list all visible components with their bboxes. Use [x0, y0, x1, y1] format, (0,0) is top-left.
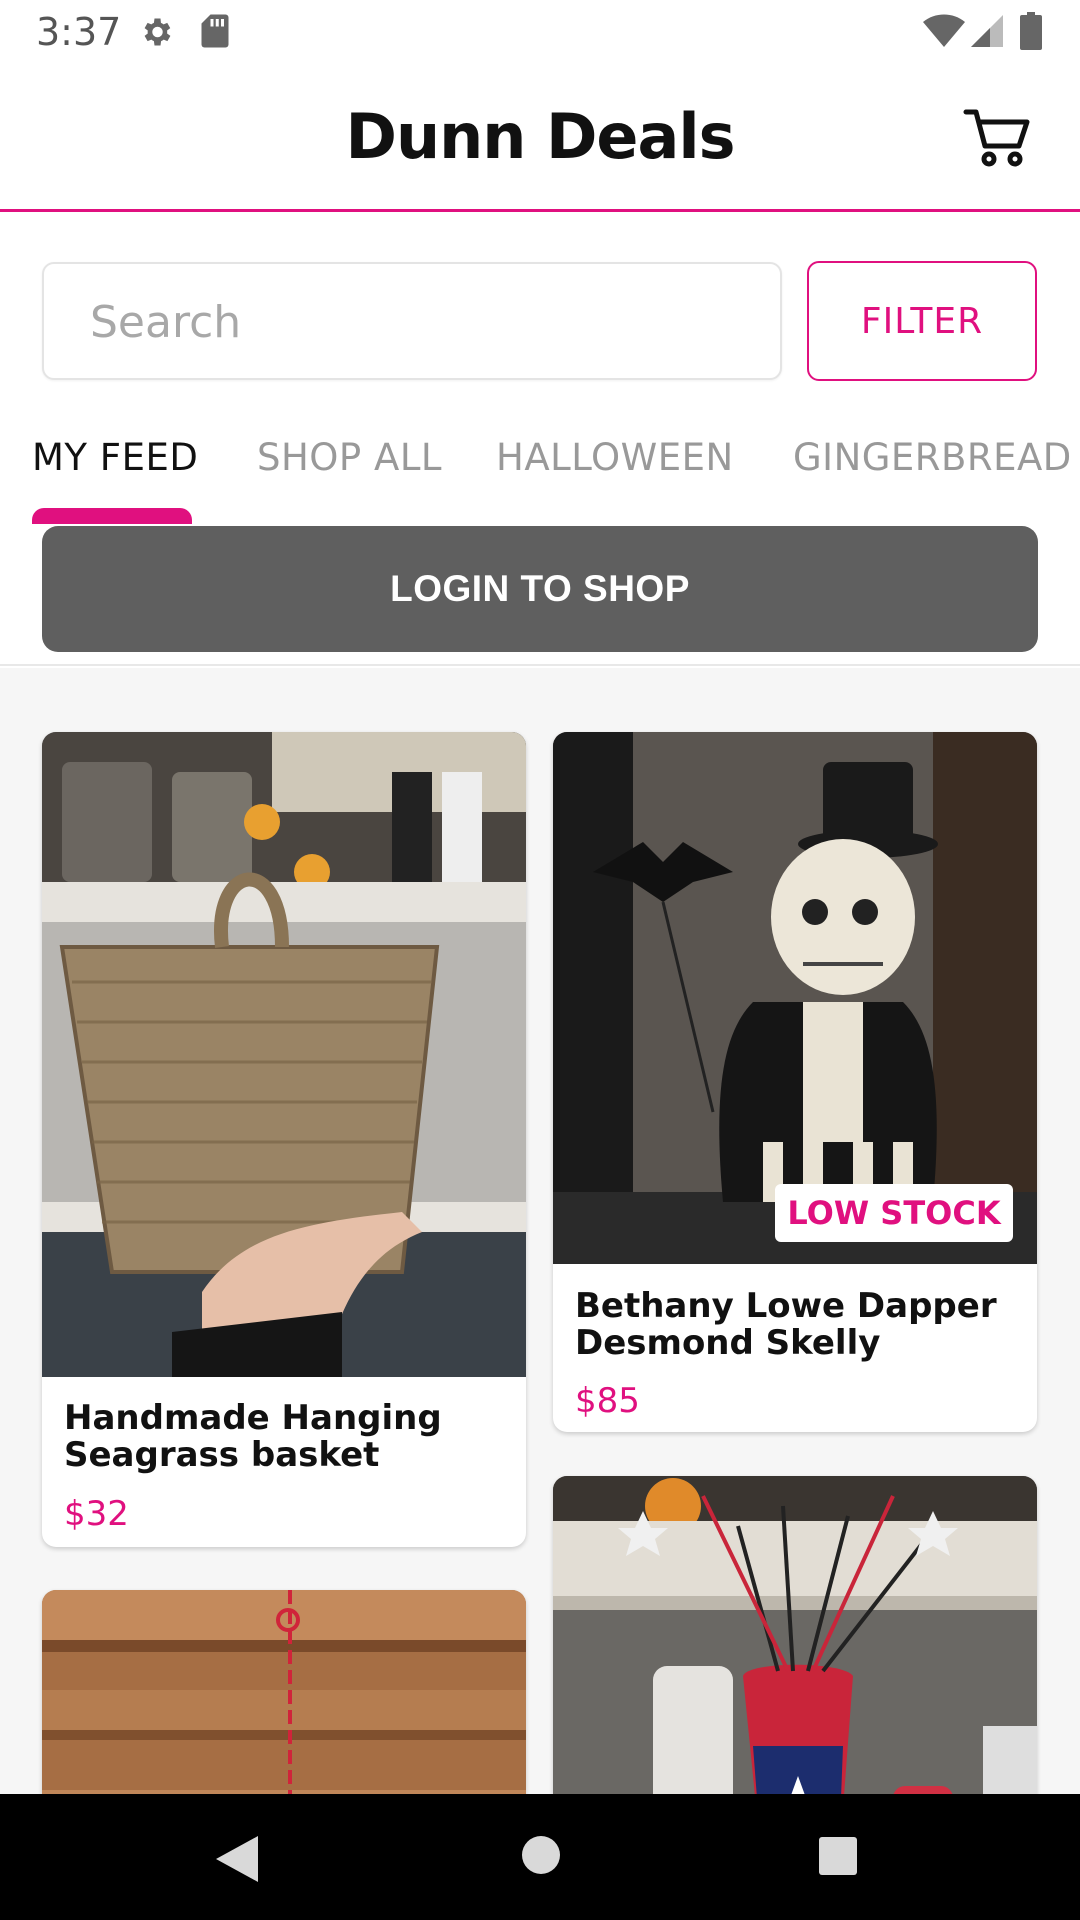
app-title: Dunn Deals: [345, 100, 736, 173]
product-title: Handmade Hanging Seagrass basket: [64, 1398, 442, 1475]
status-bar: 3:37: [0, 0, 1080, 64]
signal-icon: [971, 15, 1003, 47]
tab-halloween[interactable]: HALLOWEEN: [496, 436, 734, 479]
recents-icon[interactable]: [818, 1836, 858, 1876]
tab-shop-all[interactable]: SHOP ALL: [257, 436, 442, 479]
search-input[interactable]: [90, 294, 730, 350]
status-time: 3:37: [36, 10, 122, 54]
app-bar: Dunn Deals: [0, 64, 1080, 212]
product-card-seagrass-basket[interactable]: Handmade Hanging Seagrass basket $32: [42, 732, 526, 1547]
sd-card-icon: [201, 14, 229, 48]
tab-my-feed[interactable]: MY FEED: [32, 436, 198, 479]
cart-icon[interactable]: [962, 102, 1034, 174]
product-price: $32: [64, 1494, 129, 1534]
product-card-dapper-desmond[interactable]: LOW STOCK Bethany Lowe Dapper Desmond Sk…: [553, 732, 1037, 1432]
product-title: Bethany Lowe Dapper Desmond Skelly: [575, 1286, 997, 1363]
battery-icon: [1020, 12, 1042, 50]
login-bar: LOGIN TO SHOP: [0, 524, 1080, 666]
product-price: $85: [575, 1381, 640, 1421]
wifi-icon: [923, 14, 965, 47]
low-stock-badge: LOW STOCK: [775, 1184, 1013, 1242]
product-feed: Handmade Hanging Seagrass basket $32 LOW…: [0, 668, 1080, 1794]
product-card[interactable]: [42, 1590, 526, 1794]
product-image: [553, 1476, 1037, 1794]
product-image-seagrass-basket: [42, 732, 526, 1377]
search-box[interactable]: [42, 262, 782, 380]
product-card[interactable]: [553, 1476, 1037, 1794]
tab-gingerbread[interactable]: GINGERBREAD H: [793, 436, 1080, 479]
back-icon[interactable]: [214, 1834, 260, 1884]
product-image: [42, 1590, 526, 1794]
login-to-shop-button[interactable]: LOGIN TO SHOP: [42, 526, 1038, 652]
system-nav-bar: [0, 1794, 1080, 1920]
home-icon[interactable]: [520, 1834, 562, 1876]
tab-indicator: [32, 508, 192, 524]
filter-button[interactable]: FILTER: [807, 261, 1037, 381]
category-tabs: MY FEED SHOP ALL HALLOWEEN GINGERBREAD H: [0, 420, 1080, 524]
gear-icon: [144, 18, 171, 46]
